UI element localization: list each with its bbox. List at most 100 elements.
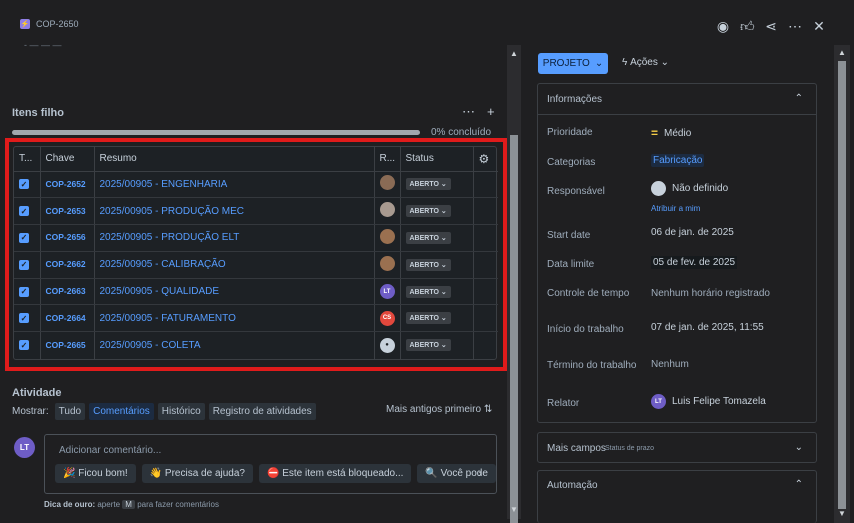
unassigned-avatar-icon[interactable]: ● (379, 337, 395, 353)
table-row[interactable]: ✓ COP-2656 2025/00905 - PRODUÇÃO ELT ABE… (14, 224, 498, 252)
quick-reply-chip[interactable]: 🎉 Ficou bom! (55, 464, 136, 483)
avatar[interactable] (379, 175, 395, 191)
child-key-link[interactable]: COP-2652 (46, 179, 86, 189)
thumbs-up-icon[interactable]: 👍︎ (740, 18, 755, 34)
column-settings-icon[interactable]: ⚙︎ (473, 147, 498, 172)
child-summary-link[interactable]: 2025/00905 - PRODUÇÃO MEC (100, 206, 245, 217)
close-icon[interactable]: ✕ (812, 18, 826, 34)
column-header[interactable]: R... (374, 147, 401, 172)
status-dropdown[interactable]: ABERTO ⌄ (405, 178, 451, 191)
column-header[interactable]: Resumo (94, 147, 375, 172)
chevron-right-icon[interactable]: › (478, 468, 482, 480)
side-scrollbar[interactable]: ▲ ▼ (834, 45, 850, 523)
comment-input[interactable]: Adicionar comentário... 🎉 Ficou bom! 👋 P… (44, 434, 497, 494)
column-header[interactable]: T... (14, 147, 41, 172)
quick-reply-chip[interactable]: 👋 Precisa de ajuda? (141, 464, 253, 483)
avatar[interactable] (379, 202, 395, 218)
scroll-up-icon[interactable]: ▲ (510, 49, 518, 58)
child-key-link[interactable]: COP-2656 (46, 232, 86, 242)
quick-reply-chip[interactable]: 🔍 Você pode (417, 464, 496, 483)
checkbox-checked[interactable]: ✓ (19, 206, 29, 217)
eye-icon[interactable]: ◉ (716, 18, 730, 34)
main-scrollbar[interactable]: ▲ ▼ (507, 45, 521, 523)
status-dropdown[interactable]: ABERTO ⌄ (405, 258, 451, 271)
checkbox-checked[interactable]: ✓ (19, 286, 29, 297)
checkbox-checked[interactable]: ✓ (19, 259, 29, 270)
panel-subtitle: Status de prazo (605, 445, 655, 452)
child-summary-link[interactable]: 2025/00905 - COLETA (100, 340, 201, 351)
more-icon[interactable]: ⋯ (462, 104, 475, 120)
scroll-down-icon[interactable]: ▼ (838, 509, 846, 518)
categories-field[interactable]: Fabricação (651, 154, 705, 167)
scroll-down-icon[interactable]: ▼ (510, 505, 518, 514)
comment-placeholder: Adicionar comentário... (59, 445, 162, 456)
quick-replies: 🎉 Ficou bom! 👋 Precisa de ajuda? ⛔ Este … (55, 464, 496, 483)
more-icon[interactable]: ⋯ (788, 18, 802, 34)
share-icon[interactable]: ⋖ (764, 18, 778, 34)
checkbox-checked[interactable]: ✓ (19, 179, 29, 190)
table-row[interactable]: ✓ COP-2662 2025/00905 - CALIBRAÇÃO ABERT… (14, 251, 498, 279)
status-dropdown[interactable]: ABERTO ⌄ (405, 285, 451, 298)
quick-reply-chip[interactable]: ⛔ Este item está bloqueado... (259, 464, 412, 483)
filter-comments[interactable]: Comentários (89, 403, 154, 420)
child-summary-link[interactable]: 2025/00905 - PRODUÇÃO ELT (100, 232, 240, 243)
child-key-link[interactable]: COP-2663 (46, 286, 86, 296)
divider (538, 114, 816, 115)
current-user-avatar: LT (14, 437, 35, 458)
chevron-up-icon[interactable]: ⌃ (795, 93, 803, 104)
avatar[interactable]: LT (379, 284, 395, 300)
avatar[interactable]: CS (379, 310, 395, 326)
sort-order-button[interactable]: Mais antigos primeiro ⇅ (386, 404, 492, 415)
child-key-link[interactable]: COP-2653 (46, 206, 86, 216)
chevron-up-icon[interactable]: ⌃ (795, 479, 803, 490)
table-row[interactable]: ✓ COP-2653 2025/00905 - PRODUÇÃO MEC ABE… (14, 197, 498, 226)
status-dropdown[interactable]: ABERTO ⌄ (405, 339, 451, 352)
avatar[interactable] (379, 255, 395, 271)
checkbox-checked[interactable]: ✓ (19, 313, 29, 324)
priority-field[interactable]: = Médio (651, 126, 691, 140)
due-date-field[interactable]: 05 de fev. de 2025 (651, 256, 738, 269)
filter-history[interactable]: Histórico (157, 403, 205, 420)
status-dropdown[interactable]: ABERTO ⌄ (405, 205, 451, 218)
add-icon[interactable]: + (487, 104, 495, 120)
time-tracking-field[interactable]: Nenhum horário registrado (651, 288, 770, 299)
filter-activity-log[interactable]: Registro de atividades (208, 403, 316, 420)
scroll-thumb[interactable] (838, 61, 846, 509)
column-header[interactable]: Chave (40, 147, 95, 172)
table-row[interactable]: ✓ COP-2664 2025/00905 - FATURAMENTO CS A… (14, 304, 498, 333)
scroll-up-icon[interactable]: ▲ (838, 48, 846, 57)
assignee-field[interactable]: Não definido (651, 181, 728, 196)
scroll-thumb[interactable] (510, 135, 518, 523)
chevron-down-icon[interactable]: ⌄ (795, 442, 803, 453)
child-summary-link[interactable]: 2025/00905 - QUALIDADE (100, 286, 220, 297)
checkbox-checked[interactable]: ✓ (19, 232, 29, 243)
actions-button[interactable]: ϟ Ações ⌄ (622, 57, 669, 68)
child-summary-link[interactable]: 2025/00905 - ENGENHARIA (100, 179, 228, 190)
avatar[interactable] (379, 228, 395, 244)
project-status-button[interactable]: PROJETO ⌄ (538, 53, 608, 74)
start-date-field[interactable]: 06 de jan. de 2025 (651, 227, 734, 238)
automation-panel[interactable]: Automação ⌃ (537, 470, 817, 523)
status-dropdown[interactable]: ABERTO ⌄ (405, 231, 451, 244)
table-row[interactable]: ✓ COP-2665 2025/00905 - COLETA ● ABERTO … (14, 331, 498, 359)
column-header[interactable]: Status (400, 147, 474, 172)
issue-key[interactable]: COP-2650 (36, 19, 79, 29)
more-fields-panel[interactable]: Mais campos Status de prazo ⌄ (537, 432, 817, 463)
filter-all[interactable]: Tudo (54, 403, 86, 420)
child-key-link[interactable]: COP-2664 (46, 313, 86, 323)
issue-breadcrumb[interactable]: ⚡ COP-2650 (20, 19, 79, 29)
child-summary-link[interactable]: 2025/00905 - CALIBRAÇÃO (100, 259, 226, 270)
table-row[interactable]: ✓ COP-2652 2025/00905 - ENGENHARIA ABERT… (14, 171, 498, 199)
keyboard-shortcut: M (122, 500, 135, 509)
status-dropdown[interactable]: ABERTO ⌄ (405, 312, 451, 325)
reporter-field[interactable]: LT Luis Felipe Tomazela (651, 394, 766, 409)
child-summary-link[interactable]: 2025/00905 - FATURAMENTO (100, 313, 236, 324)
work-end-field[interactable]: Nenhum (651, 359, 689, 370)
assign-to-me-link[interactable]: Atribuir a mim (651, 204, 700, 213)
table-row[interactable]: ✓ COP-2663 2025/00905 - QUALIDADE LT ABE… (14, 278, 498, 306)
panel-title[interactable]: Informações (547, 94, 602, 105)
work-start-field[interactable]: 07 de jan. de 2025, 11:55 (651, 322, 764, 333)
child-key-link[interactable]: COP-2665 (46, 340, 86, 350)
child-key-link[interactable]: COP-2662 (46, 259, 86, 269)
checkbox-checked[interactable]: ✓ (19, 340, 29, 351)
